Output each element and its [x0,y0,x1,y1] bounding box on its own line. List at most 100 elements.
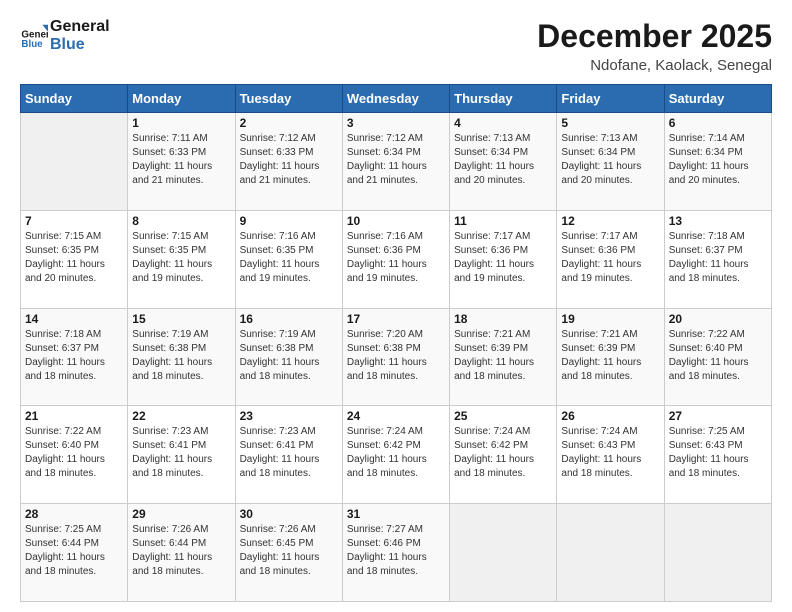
cell-info: Sunrise: 7:24 AMSunset: 6:42 PMDaylight:… [347,425,445,481]
calendar-cell: 24 Sunrise: 7:24 AMSunset: 6:42 PMDayligh… [342,406,449,504]
day-number: 14 [25,312,123,326]
calendar-cell: 26 Sunrise: 7:24 AMSunset: 6:43 PMDayligh… [557,406,664,504]
day-number: 22 [132,409,230,423]
day-number: 20 [669,312,767,326]
calendar-cell: 9 Sunrise: 7:16 AMSunset: 6:35 PMDaylight… [235,210,342,308]
calendar-cell: 7Sunrise: 7:15 AMSunset: 6:35 PMDaylight… [21,210,128,308]
calendar-week-0: 1 Sunrise: 7:11 AMSunset: 6:33 PMDaylight… [21,113,772,211]
day-number: 24 [347,409,445,423]
calendar-cell: 22Sunrise: 7:23 AMSunset: 6:41 PMDayligh… [128,406,235,504]
day-number: 28 [25,507,123,521]
calendar-cell [664,504,771,602]
cell-info: Sunrise: 7:17 AMSunset: 6:36 PMDaylight:… [561,230,659,286]
calendar-cell: 27 Sunrise: 7:25 AMSunset: 6:43 PMDayligh… [664,406,771,504]
calendar-cell [557,504,664,602]
day-number: 13 [669,214,767,228]
cell-info: Sunrise: 7:17 AMSunset: 6:36 PMDaylight:… [454,230,552,286]
day-number: 18 [454,312,552,326]
col-sunday: Sunday [21,85,128,113]
calendar-cell: 10 Sunrise: 7:16 AMSunset: 6:36 PMDayligh… [342,210,449,308]
cell-info: Sunrise: 7:12 AMSunset: 6:33 PMDaylight:… [240,132,338,188]
logo: General Blue General Blue [20,18,110,55]
cell-info: Sunrise: 7:11 AMSunset: 6:33 PMDaylight:… [132,132,230,188]
cell-info: Sunrise: 7:15 AMSunset: 6:35 PMDaylight:… [132,230,230,286]
calendar-week-1: 7 Sunrise: 7:15 AMSunset: 6:35 PMDaylight… [21,210,772,308]
calendar-cell: 23 Sunrise: 7:23 AMSunset: 6:41 PMDayligh… [235,406,342,504]
calendar-cell: 31Sunrise: 7:27 AMSunset: 6:46 PMDayligh… [342,504,449,602]
day-number: 1 [132,116,230,130]
cell-info: Sunrise: 7:22 AMSunset: 6:40 PMDaylight:… [25,425,123,481]
day-number: 2 [240,116,338,130]
day-number: 25 [454,409,552,423]
calendar-week-2: 14Sunrise: 7:18 AMSunset: 6:37 PMDayligh… [21,308,772,406]
cell-info: Sunrise: 7:23 AMSunset: 6:41 PMDaylight:… [240,425,338,481]
calendar-cell: 6Sunrise: 7:14 AMSunset: 6:34 PMDaylight… [664,113,771,211]
cell-info: Sunrise: 7:24 AMSunset: 6:43 PMDaylight:… [561,425,659,481]
calendar-cell: 5 Sunrise: 7:13 AMSunset: 6:34 PMDaylight… [557,113,664,211]
calendar-cell: 15Sunrise: 7:19 AMSunset: 6:38 PMDayligh… [128,308,235,406]
day-number: 26 [561,409,659,423]
col-thursday: Thursday [450,85,557,113]
cell-info: Sunrise: 7:18 AMSunset: 6:37 PMDaylight:… [669,230,767,286]
calendar-week-4: 28 Sunrise: 7:25 AMSunset: 6:44 PMDayligh… [21,504,772,602]
month-title: December 2025 [537,18,772,55]
calendar-cell: 11 Sunrise: 7:17 AMSunset: 6:36 PMDayligh… [450,210,557,308]
cell-info: Sunrise: 7:21 AMSunset: 6:39 PMDaylight:… [454,328,552,384]
day-number: 7 [25,214,123,228]
cell-info: Sunrise: 7:25 AMSunset: 6:43 PMDaylight:… [669,425,767,481]
cell-info: Sunrise: 7:26 AMSunset: 6:44 PMDaylight:… [132,523,230,579]
calendar-cell: 29 Sunrise: 7:26 AMSunset: 6:44 PMDayligh… [128,504,235,602]
calendar-cell: 16Sunrise: 7:19 AMSunset: 6:38 PMDayligh… [235,308,342,406]
calendar-cell: 13 Sunrise: 7:18 AMSunset: 6:37 PMDayligh… [664,210,771,308]
cell-info: Sunrise: 7:16 AMSunset: 6:35 PMDaylight:… [240,230,338,286]
title-block: December 2025 Ndofane, Kaolack, Senegal [537,18,772,74]
day-number: 30 [240,507,338,521]
logo-blue: Blue [50,36,110,54]
day-number: 19 [561,312,659,326]
cell-info: Sunrise: 7:12 AMSunset: 6:34 PMDaylight:… [347,132,445,188]
cell-info: Sunrise: 7:25 AMSunset: 6:44 PMDaylight:… [25,523,123,579]
day-number: 29 [132,507,230,521]
calendar-cell: 8 Sunrise: 7:15 AMSunset: 6:35 PMDaylight… [128,210,235,308]
day-number: 23 [240,409,338,423]
svg-text:Blue: Blue [21,40,43,51]
calendar-cell: 3Sunrise: 7:12 AMSunset: 6:34 PMDaylight… [342,113,449,211]
calendar-cell: 2 Sunrise: 7:12 AMSunset: 6:33 PMDaylight… [235,113,342,211]
calendar-cell: 4 Sunrise: 7:13 AMSunset: 6:34 PMDaylight… [450,113,557,211]
cell-info: Sunrise: 7:16 AMSunset: 6:36 PMDaylight:… [347,230,445,286]
day-number: 6 [669,116,767,130]
calendar-cell: 25 Sunrise: 7:24 AMSunset: 6:42 PMDayligh… [450,406,557,504]
logo-general: General [50,18,110,36]
calendar-cell [450,504,557,602]
day-number: 21 [25,409,123,423]
cell-info: Sunrise: 7:13 AMSunset: 6:34 PMDaylight:… [561,132,659,188]
day-number: 10 [347,214,445,228]
calendar-cell: 19 Sunrise: 7:21 AMSunset: 6:39 PMDayligh… [557,308,664,406]
cell-info: Sunrise: 7:27 AMSunset: 6:46 PMDaylight:… [347,523,445,579]
cell-info: Sunrise: 7:19 AMSunset: 6:38 PMDaylight:… [240,328,338,384]
cell-info: Sunrise: 7:21 AMSunset: 6:39 PMDaylight:… [561,328,659,384]
cell-info: Sunrise: 7:26 AMSunset: 6:45 PMDaylight:… [240,523,338,579]
day-number: 27 [669,409,767,423]
day-number: 17 [347,312,445,326]
cell-info: Sunrise: 7:13 AMSunset: 6:34 PMDaylight:… [454,132,552,188]
calendar-cell: 14Sunrise: 7:18 AMSunset: 6:37 PMDayligh… [21,308,128,406]
cell-info: Sunrise: 7:24 AMSunset: 6:42 PMDaylight:… [454,425,552,481]
col-wednesday: Wednesday [342,85,449,113]
day-number: 8 [132,214,230,228]
cell-info: Sunrise: 7:20 AMSunset: 6:38 PMDaylight:… [347,328,445,384]
day-number: 11 [454,214,552,228]
header-row: Sunday Monday Tuesday Wednesday Thursday… [21,85,772,113]
col-friday: Friday [557,85,664,113]
location: Ndofane, Kaolack, Senegal [537,57,772,74]
calendar-cell: 20 Sunrise: 7:22 AMSunset: 6:40 PMDayligh… [664,308,771,406]
cell-info: Sunrise: 7:22 AMSunset: 6:40 PMDaylight:… [669,328,767,384]
day-number: 15 [132,312,230,326]
day-number: 4 [454,116,552,130]
calendar-cell: 17 Sunrise: 7:20 AMSunset: 6:38 PMDayligh… [342,308,449,406]
calendar-body: 1 Sunrise: 7:11 AMSunset: 6:33 PMDaylight… [21,113,772,602]
day-number: 9 [240,214,338,228]
header: General Blue General Blue December 2025 … [20,18,772,74]
calendar-cell: 18 Sunrise: 7:21 AMSunset: 6:39 PMDayligh… [450,308,557,406]
day-number: 5 [561,116,659,130]
